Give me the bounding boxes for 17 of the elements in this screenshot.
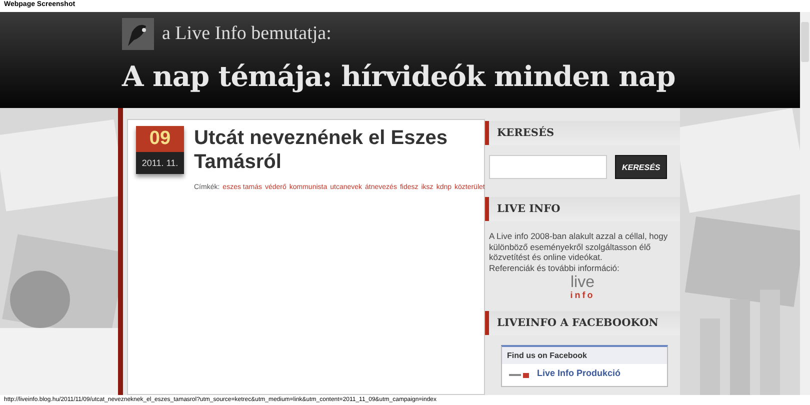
- header-subtitle: a Live Info bemutatja:: [162, 23, 332, 45]
- site-title: A nap témája: hírvideók minden nap: [122, 60, 676, 93]
- scrollbar[interactable]: [800, 12, 810, 395]
- facebook-page-link[interactable]: Live Info Produkció: [537, 368, 621, 378]
- search-button[interactable]: KERESÉS: [615, 155, 668, 179]
- about-text: A Live info 2008-ban alakult azzal a céllal, hogy különböző eseményekről szolgáltasson élő közvetítést és online videókat.: [489, 231, 669, 262]
- date-day: 09: [136, 126, 184, 152]
- liveinfo-logo[interactable]: live info: [485, 277, 680, 301]
- post-title[interactable]: Utcát neveznének el Eszes Tamásról: [194, 126, 476, 174]
- date-month: 2011. 11.: [136, 152, 184, 174]
- widget-heading: LIVEINFO A FACEBOOKON: [485, 311, 680, 335]
- info-link[interactable]: Referenciák és további információ:: [489, 262, 680, 273]
- search-field[interactable]: [489, 155, 607, 179]
- bird-logo-icon: [122, 18, 154, 50]
- widget-heading: KERESÉS: [485, 121, 680, 145]
- widget-heading: LIVE INFO: [485, 197, 680, 221]
- facebook-box-title: Find us on Facebook: [502, 347, 667, 364]
